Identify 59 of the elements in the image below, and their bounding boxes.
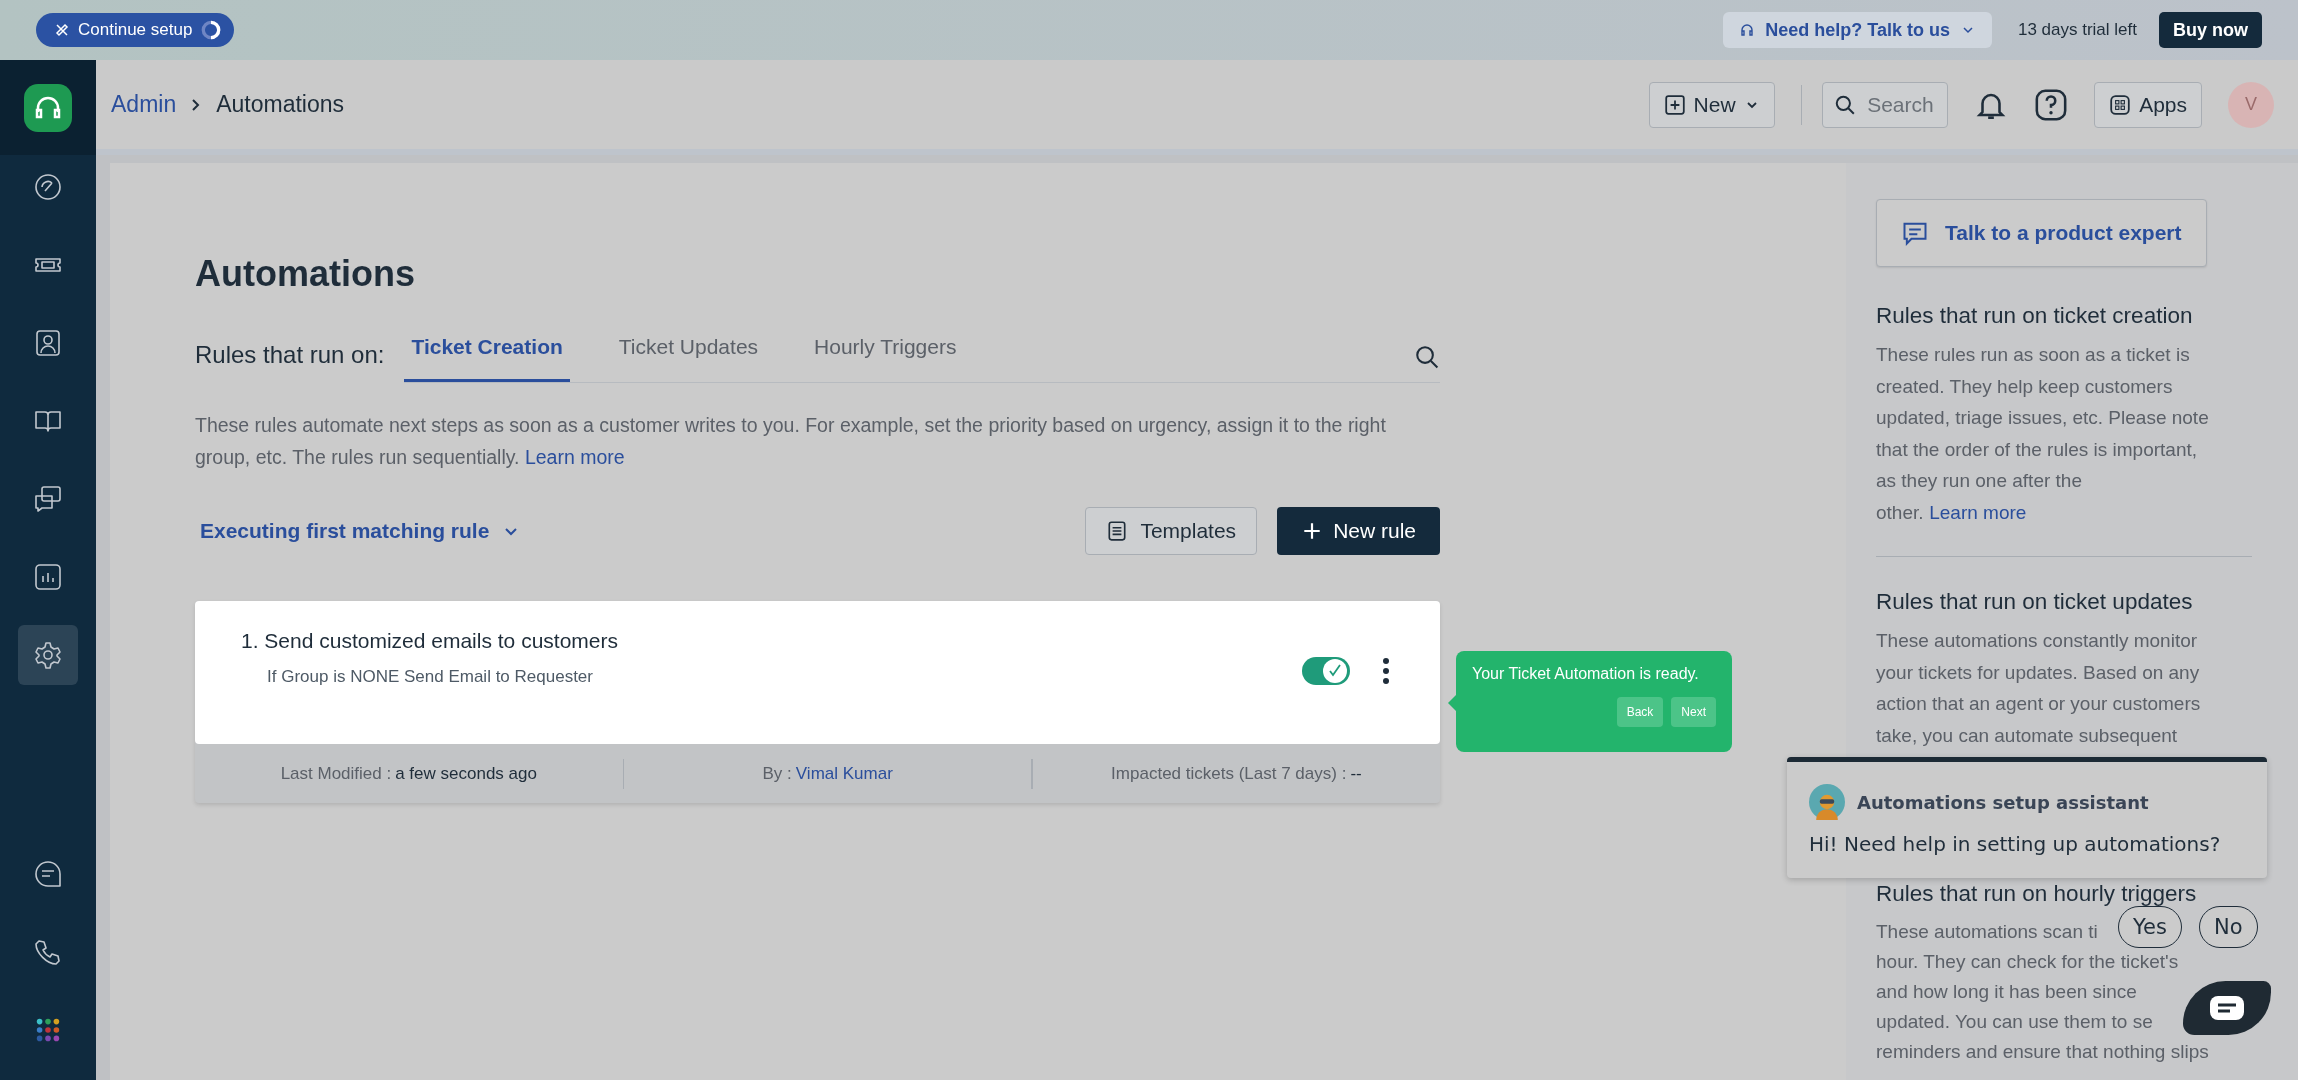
tabs-label: Rules that run on: bbox=[195, 341, 385, 370]
new-rule-button[interactable]: New rule bbox=[1277, 507, 1440, 555]
user-avatar[interactable]: V bbox=[2228, 81, 2274, 128]
page-title: Automations bbox=[195, 253, 416, 295]
logo-icon[interactable] bbox=[24, 83, 72, 132]
headset-icon bbox=[1739, 22, 1756, 38]
plus-square-icon bbox=[1663, 93, 1686, 116]
search-icon bbox=[1834, 93, 1857, 116]
help-section-text: These automations constantly monitor your tickets for updates. Based on any action that an agent or your customers take, you can automate subsequent bbox=[1876, 629, 2202, 748]
buy-now-button[interactable]: Buy now bbox=[2159, 12, 2262, 48]
rule-toggle[interactable] bbox=[1302, 657, 1350, 685]
help-section-title: Rules that run on ticket creation bbox=[1876, 303, 2194, 329]
apps-grid-icon bbox=[2109, 93, 2132, 116]
help-button[interactable]: Need help? Talk to us bbox=[1723, 12, 1992, 48]
help-section-text-line: reminders and ensure that nothing slips bbox=[1876, 1040, 2209, 1064]
rule-name[interactable]: 1. Send customized emails to customers bbox=[241, 629, 1302, 653]
last-modified-label: Last Modified : bbox=[280, 763, 392, 784]
author-link[interactable]: Vimal Kumar bbox=[795, 763, 893, 784]
apps-button[interactable]: Apps bbox=[2094, 81, 2202, 128]
more-options-icon[interactable] bbox=[1382, 657, 1390, 685]
last-modified-value: a few seconds ago bbox=[395, 763, 537, 784]
trial-days-left: 13 days trial left bbox=[2017, 20, 2137, 40]
document-icon bbox=[1106, 520, 1129, 542]
assistant-message: Hi! Need help in setting up automations? bbox=[1809, 832, 2222, 856]
admin-nav-icon[interactable] bbox=[18, 625, 78, 685]
check-icon bbox=[1327, 663, 1343, 679]
help-section-title: Rules that run on ticket updates bbox=[1876, 589, 2194, 615]
learn-more-link[interactable]: Learn more bbox=[524, 446, 625, 468]
help-section-text: These rules run as soon as a ticket is created. They help keep customers updated, triage issues, etc. Please note that the order of the rules is important, as they run one after the other. Learn more bbox=[1876, 343, 2210, 525]
impacted-tickets-label: Impacted tickets (Last 7 days) : bbox=[1111, 763, 1347, 784]
breadcrumb-current: Automations bbox=[216, 91, 345, 118]
help-section-text-line: updated. You can use them to se bbox=[1876, 1010, 2153, 1034]
impacted-tickets-value: -- bbox=[1350, 763, 1362, 784]
assistant-title: Automations setup assistant bbox=[1857, 791, 2149, 813]
rule-tab[interactable]: Hourly Triggers bbox=[807, 335, 964, 382]
search-icon[interactable] bbox=[1414, 344, 1440, 370]
rule-tab[interactable]: Ticket Updates bbox=[611, 335, 766, 382]
assistant-avatar-icon bbox=[1809, 784, 1845, 820]
rule-summary: If Group is NONE Send Email to Requester bbox=[267, 667, 594, 687]
chat-icon bbox=[2207, 993, 2247, 1023]
help-section-title: Rules that run on hourly triggers bbox=[1876, 881, 2198, 907]
help-section-text-line: These automations scan ti bbox=[1876, 920, 2098, 944]
tooltip-text: Your Ticket Automation is ready. bbox=[1472, 665, 1700, 683]
breadcrumb-link[interactable]: Admin bbox=[111, 91, 177, 118]
author-label: By : bbox=[762, 763, 792, 784]
help-icon[interactable] bbox=[2034, 87, 2069, 122]
tools-icon bbox=[54, 22, 70, 38]
help-section-text-line: hour. They can check for the ticket's bbox=[1876, 950, 2179, 974]
talk-to-expert-button[interactable]: Talk to a product expert bbox=[1876, 199, 2207, 267]
templates-button[interactable]: Templates bbox=[1085, 507, 1258, 555]
learn-more-link[interactable]: Learn more bbox=[1929, 501, 2027, 523]
execution-mode-dropdown[interactable]: Executing first matching rule bbox=[195, 519, 525, 543]
rule-tab[interactable]: Ticket Creation bbox=[404, 335, 570, 382]
continue-setup-button[interactable]: Continue setup bbox=[36, 13, 235, 47]
search-field[interactable]: Search bbox=[1822, 81, 1949, 128]
description-text: These rules automate next steps as soon as a customer writes to you. For example, set the priority based on urgency, assign it to the right group, etc. The rules run sequentially. Learn more bbox=[195, 413, 1387, 470]
progress-ring-icon bbox=[200, 19, 223, 41]
help-section-text-line: and how long it has been since bbox=[1876, 980, 2137, 1004]
new-button[interactable]: New bbox=[1648, 81, 1775, 128]
